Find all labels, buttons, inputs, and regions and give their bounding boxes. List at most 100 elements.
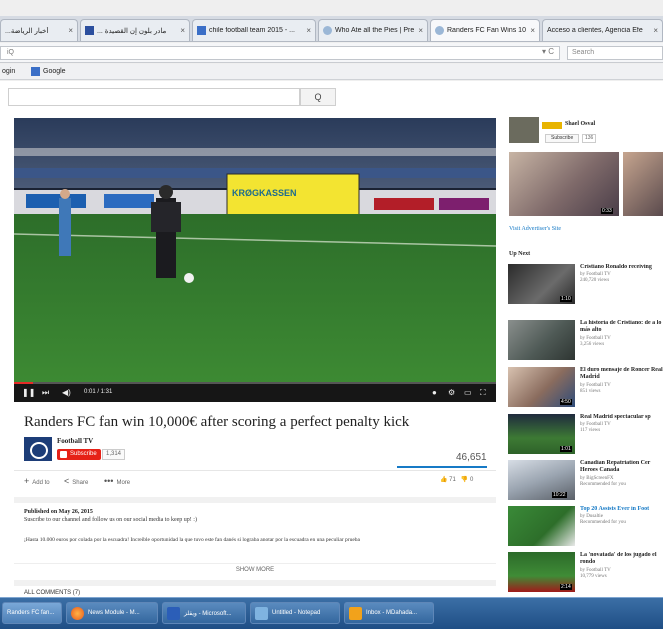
tab-label: ...أخبار الرياضة — [5, 27, 49, 35]
taskbar-item[interactable]: ويقلز - Microsoft... — [162, 602, 246, 624]
close-icon[interactable]: × — [68, 26, 73, 35]
video-duration: 1:01 — [560, 446, 572, 452]
divider — [14, 470, 496, 471]
subscribe-button[interactable]: Subscribe — [57, 449, 101, 460]
add-to-button[interactable]: + Add to — [24, 476, 50, 486]
mail-icon — [349, 606, 362, 620]
browser-tab[interactable]: Who Ate all the Pies | Pre... × — [318, 19, 428, 41]
related-video-title: Top 20 Assists Ever in Foot — [580, 506, 650, 512]
more-icon: ••• — [104, 476, 114, 486]
related-video-views: Recommended for you — [580, 482, 626, 487]
browser-tab[interactable]: ... مادر بلون إن القصيدة × — [80, 19, 190, 41]
taskbar-item[interactable]: News Module - M... — [66, 602, 158, 624]
ad-panel: Shael Osval Subscribe 136 0:33 Visit Adv… — [505, 112, 663, 240]
related-video[interactable]: 4:50 El duro mensaje de Roncer Real Madr… — [508, 367, 663, 413]
channel-name[interactable]: Football TV — [57, 437, 93, 445]
bookmark-login[interactable]: ogin — [2, 68, 15, 75]
close-icon[interactable]: × — [180, 26, 185, 35]
tab-label: chile football team 2015 - ... — [209, 27, 295, 34]
browser-tab[interactable]: ...أخبار الرياضة × — [0, 19, 78, 41]
screen: ...أخبار الرياضة × ... مادر بلون إن القص… — [0, 0, 663, 629]
visit-advertiser-link[interactable]: Visit Advertiser's Site — [509, 226, 561, 232]
published-date: Published on May 26, 2015 — [24, 509, 93, 515]
related-video-views: 10,779 views — [580, 574, 607, 579]
show-more-button[interactable]: SHOW MORE — [14, 563, 496, 573]
reload-icon[interactable]: ▾ C — [542, 47, 554, 56]
dislike-button[interactable]: 👎 0 — [461, 477, 474, 483]
taskbar-label: Randers FC fan... — [7, 610, 55, 616]
related-video-views: 240,720 views — [580, 278, 610, 283]
google-icon — [31, 67, 40, 76]
bookmarks-bar: ogin Google — [0, 64, 663, 80]
ad-channel-name[interactable]: Shael Osval — [565, 121, 595, 127]
taskbar-label: Inbox - MDahada... — [366, 610, 418, 616]
close-icon[interactable]: × — [653, 26, 658, 35]
browser-tab[interactable]: Acceso a clientes, Agencia Efe × — [542, 19, 663, 41]
autoplay-icon[interactable]: ● — [432, 388, 437, 397]
bookmark-google[interactable]: Google — [43, 68, 66, 75]
ad-video-thumbnail[interactable] — [509, 152, 619, 216]
close-icon[interactable]: × — [530, 26, 535, 35]
address-bar-row: iQ ▾ C Search — [0, 43, 663, 63]
youtube-search-input[interactable] — [8, 88, 300, 106]
taskbar-item[interactable]: Randers FC fan... — [2, 602, 62, 624]
related-video-views: 851 views — [580, 389, 601, 394]
ad-subscribe-count: 136 — [582, 134, 597, 143]
time-display: 0:01 / 1:31 — [84, 389, 113, 395]
related-video[interactable]: Top 20 Assists Ever in Foot by Dusaltie … — [508, 506, 663, 552]
related-video[interactable]: 1:01 Real Madrid spectacular sp by Footb… — [508, 414, 663, 460]
ad-subscribe-button[interactable]: Subscribe — [545, 134, 580, 143]
related-video[interactable]: 10:22 Canadian Repatriation Cer Heroes C… — [508, 460, 663, 506]
related-video-views: 3,256 views — [580, 342, 605, 347]
channel-avatar[interactable] — [24, 437, 52, 461]
like-ratio-bar — [397, 466, 487, 468]
pause-icon[interactable]: ❚❚ — [22, 388, 35, 397]
player-controls: ❚❚ ⏭ ◀) 0:01 / 1:31 ● ⚙ ▭ ⛶ — [14, 382, 496, 402]
video-thumbnail — [508, 506, 575, 546]
share-button[interactable]: < Share — [64, 476, 88, 486]
search-icon[interactable]: Q — [300, 88, 336, 106]
add-to-label: Add to — [32, 480, 50, 486]
firefox-icon — [71, 606, 84, 620]
like-button[interactable]: 👍 71 — [440, 477, 456, 483]
fullscreen-icon[interactable]: ⛶ — [480, 388, 486, 398]
url-field[interactable]: iQ — [0, 46, 560, 60]
page-icon — [435, 26, 444, 35]
taskbar-item[interactable]: Inbox - MDahada... — [344, 602, 434, 624]
word-icon — [167, 606, 180, 620]
description-line: Suscribe to our channel and follow us on… — [24, 517, 197, 523]
tab-label: Who Ate all the Pies | Pre... — [335, 27, 415, 34]
close-icon[interactable]: × — [306, 26, 311, 35]
browser-tab-strip: ...أخبار الرياضة × ... مادر بلون إن القص… — [0, 16, 663, 42]
close-icon[interactable]: × — [418, 26, 423, 35]
video-player[interactable]: KRØGKASSEN — [14, 118, 496, 402]
share-icon: < — [64, 476, 70, 486]
theater-mode-icon[interactable]: ▭ — [464, 388, 472, 397]
browser-tab[interactable]: chile football team 2015 - ... × — [192, 19, 316, 41]
dislike-count: 0 — [470, 477, 474, 483]
taskbar: Randers FC fan... News Module - M... ويق… — [0, 597, 663, 629]
taskbar-label: News Module - M... — [88, 610, 140, 616]
video-duration: 4:50 — [560, 399, 572, 405]
page-icon — [85, 26, 94, 35]
video-duration: 2:14 — [560, 584, 572, 590]
related-video[interactable]: 2:14 La 'novatada' de los jugado el rond… — [508, 552, 663, 596]
browser-search-field[interactable]: Search — [567, 46, 663, 60]
progress-bar[interactable] — [14, 382, 496, 384]
related-video[interactable]: 1:10 Cristiano Ronaldo receiving by Foot… — [508, 264, 663, 310]
ad-channel-avatar[interactable] — [509, 117, 539, 143]
volume-icon[interactable]: ◀) — [62, 388, 71, 397]
related-video-title: El duro mensaje de Roncer Real Madrid — [580, 367, 663, 380]
more-button[interactable]: ••• More — [104, 476, 130, 486]
related-video-title: La 'novatada' de los jugado el rondo — [580, 552, 657, 565]
progress-played — [14, 382, 34, 384]
related-video[interactable]: La historia de Cristiano: de a lo más al… — [508, 320, 663, 366]
next-icon[interactable]: ⏭ — [42, 388, 49, 398]
billboard-text: KRØGKASSEN — [232, 188, 297, 198]
tab-label: Randers FC Fan Wins 100... — [447, 27, 526, 34]
browser-tab-active[interactable]: Randers FC Fan Wins 100... × — [430, 19, 540, 41]
ad-video-thumbnail[interactable] — [623, 152, 663, 216]
description-line: ¡Hasta 10.000 euros por colada por la es… — [24, 537, 360, 543]
taskbar-item[interactable]: Untitled - Notepad — [250, 602, 340, 624]
gear-icon[interactable]: ⚙ — [448, 388, 455, 397]
